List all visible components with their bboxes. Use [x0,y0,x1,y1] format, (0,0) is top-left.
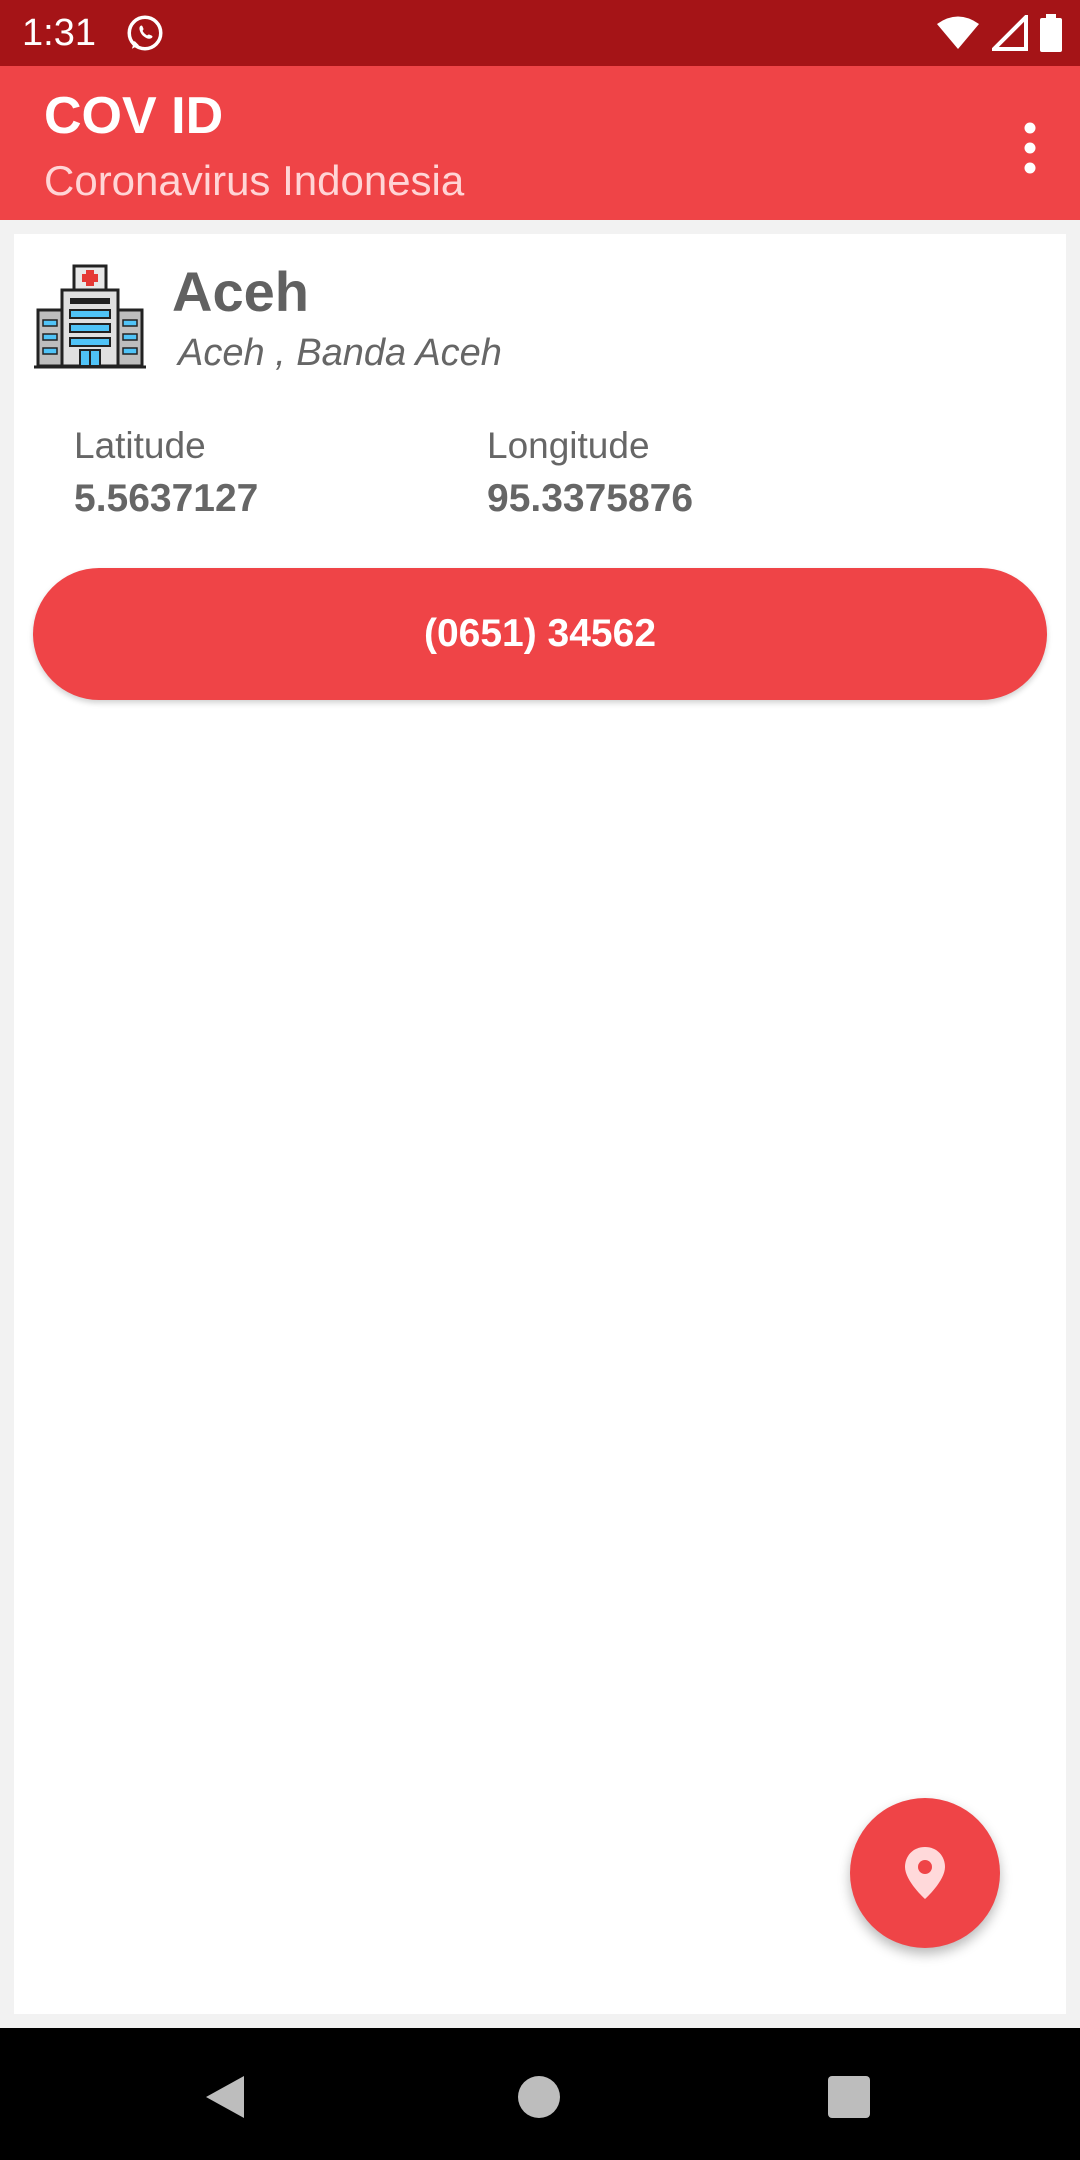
whatsapp-icon [127,15,163,51]
more-vert-icon[interactable] [1010,118,1050,178]
system-nav-bar [0,2028,1080,2160]
home-icon[interactable] [518,2076,560,2118]
hospital-icon [34,264,146,369]
location-card: Aceh Aceh , Banda Aceh Latitude 5.563712… [14,234,1066,2014]
longitude-value: 95.3375876 [487,477,694,520]
app-bar: COV ID Coronavirus Indonesia [0,66,1080,220]
status-time: 1:31 [22,12,96,54]
latitude-value: 5.5637127 [74,477,259,520]
status-bar: 1:31 [0,0,1080,66]
location-address: Aceh , Banda Aceh [178,332,502,374]
longitude-label: Longitude [487,425,650,466]
phone-number: (0651) 34562 [423,612,657,655]
latitude-label: Latitude [74,425,206,466]
recents-icon[interactable] [828,2076,870,2118]
location-name: Aceh [172,260,309,323]
map-location-fab[interactable] [850,1798,1000,1948]
call-phone-button[interactable]: (0651) 34562 [33,568,1047,700]
cell-signal-icon [992,15,1028,51]
wifi-icon [937,16,979,49]
map-pin-icon [905,1847,945,1899]
battery-icon [1040,14,1062,52]
app-title: COV ID [44,87,224,145]
app-subtitle: Coronavirus Indonesia [44,157,465,204]
back-icon[interactable] [204,2074,246,2120]
status-icons [936,12,1062,54]
